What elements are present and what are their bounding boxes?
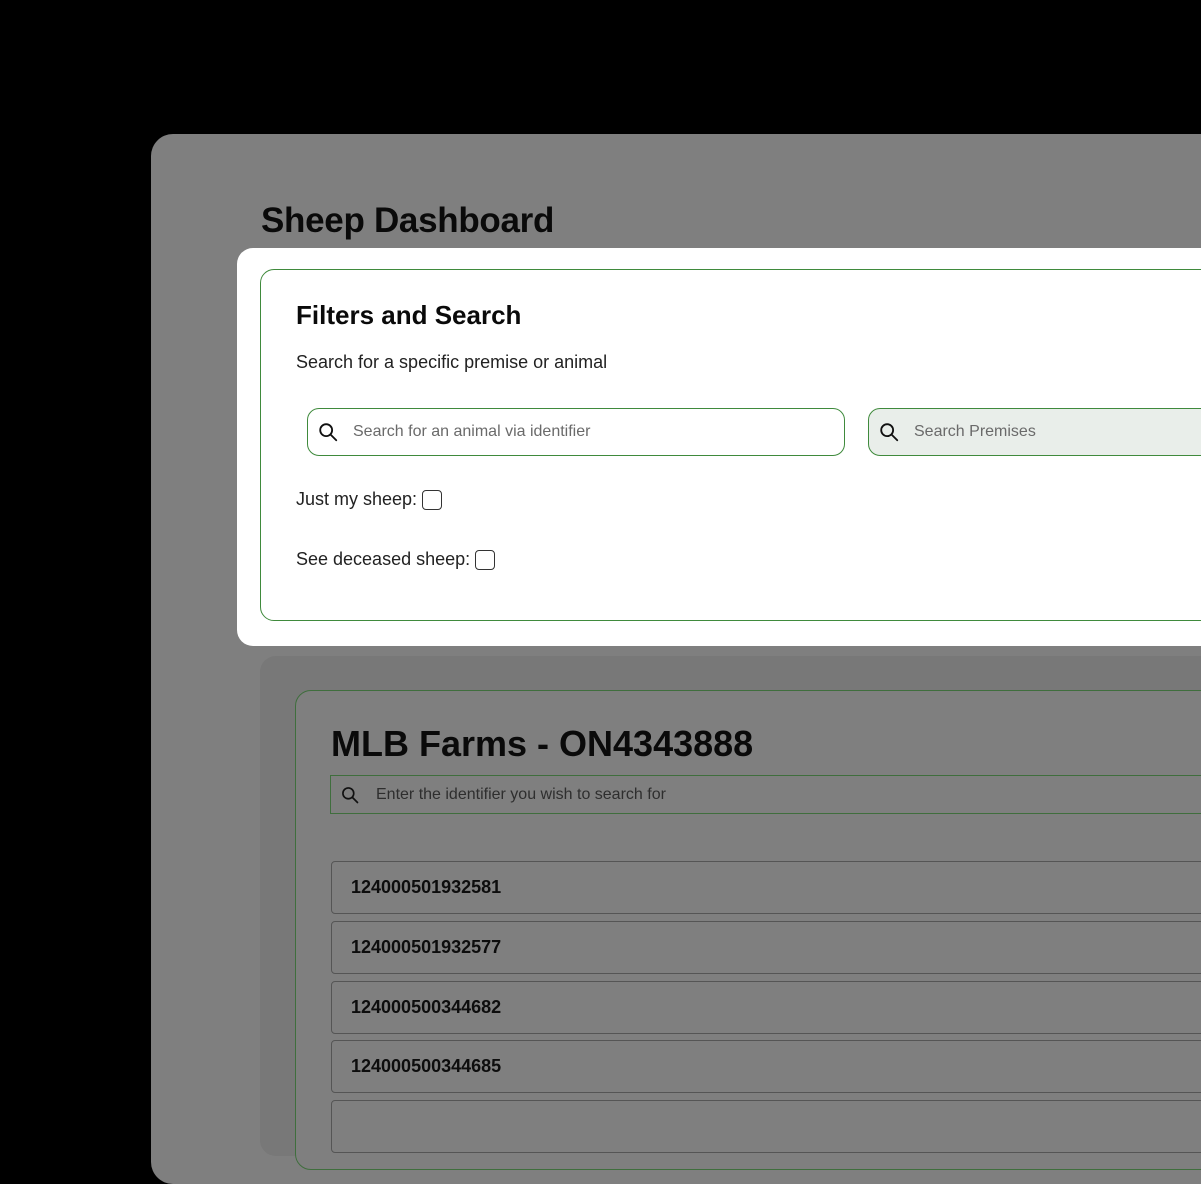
search-icon	[342, 786, 359, 803]
filters-subtitle: Search for a specific premise or animal	[296, 352, 608, 372]
farm-identifier-search-field[interactable]	[330, 775, 1201, 814]
just-my-sheep-label: Just my sheep:	[296, 489, 418, 509]
filters-title: Filters and Search	[296, 300, 522, 330]
animal-search-field[interactable]	[307, 408, 845, 456]
deceased-sheep-label: See deceased sheep:	[296, 549, 471, 569]
search-icon	[319, 423, 338, 442]
page-title: Sheep Dashboard	[261, 201, 555, 240]
search-icon	[880, 423, 899, 442]
deceased-sheep-row: See deceased sheep:	[296, 549, 496, 570]
animal-row-partial[interactable]	[331, 1100, 1201, 1153]
premises-search-field[interactable]	[868, 408, 1201, 456]
farm-title: MLB Farms - ON4343888	[331, 723, 754, 764]
premises-search-input[interactable]	[914, 409, 1201, 455]
animal-row[interactable]: 124000501932581	[331, 861, 1201, 914]
animal-row[interactable]: 124000500344682	[331, 981, 1201, 1034]
animal-search-input[interactable]	[353, 409, 844, 455]
just-my-sheep-checkbox[interactable]	[422, 489, 443, 510]
deceased-sheep-checkbox[interactable]	[475, 549, 496, 570]
animal-row[interactable]: 124000501932577	[331, 921, 1201, 974]
farm-identifier-search-input[interactable]	[376, 776, 1201, 813]
just-my-sheep-row: Just my sheep:	[296, 489, 443, 510]
animal-row[interactable]: 124000500344685	[331, 1040, 1201, 1093]
